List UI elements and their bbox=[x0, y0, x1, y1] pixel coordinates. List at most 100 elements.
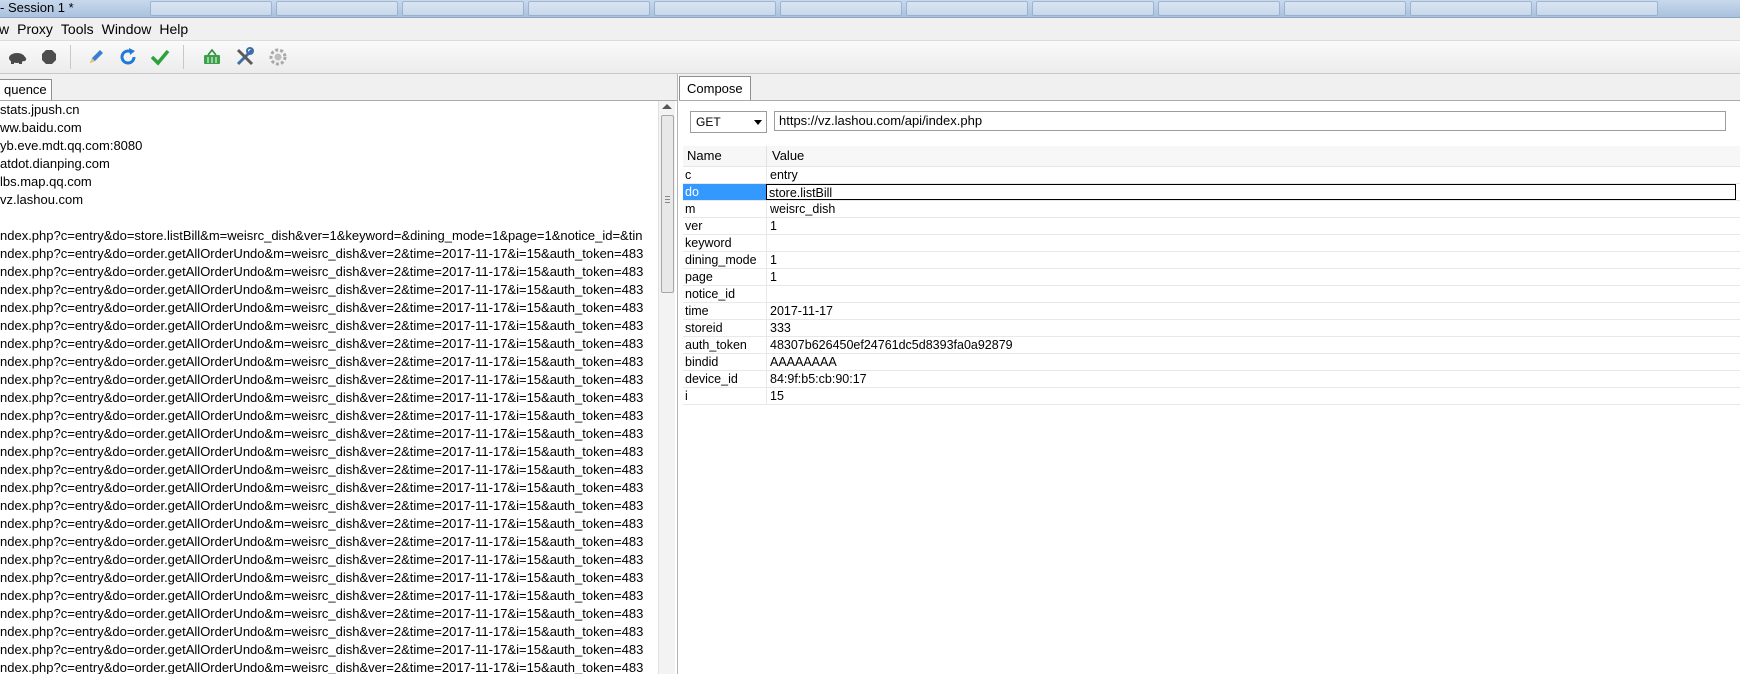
param-name: ver bbox=[685, 219, 703, 233]
stop-icon[interactable] bbox=[39, 47, 59, 67]
session-row[interactable]: ndex.php?c=entry&do=order.getAllOrderUnd… bbox=[0, 263, 658, 281]
menu-view[interactable]: w bbox=[0, 21, 9, 37]
window-title: - Session 1 * bbox=[0, 0, 74, 15]
param-name: page bbox=[685, 270, 713, 284]
scrollbar-thumb[interactable] bbox=[661, 115, 674, 293]
param-row[interactable]: storeid 333 bbox=[683, 320, 1740, 337]
session-row[interactable] bbox=[0, 209, 658, 227]
compose-tabstrip: Compose bbox=[679, 74, 1740, 101]
method-select[interactable]: GET bbox=[690, 111, 767, 133]
grip-line bbox=[665, 202, 670, 203]
param-value[interactable]: entry bbox=[766, 167, 1736, 183]
param-row[interactable]: notice_id bbox=[683, 286, 1740, 303]
grip-line bbox=[665, 199, 670, 200]
param-name: device_id bbox=[685, 372, 738, 386]
session-row[interactable]: ww.baidu.com bbox=[0, 119, 658, 137]
param-value[interactable] bbox=[766, 286, 1736, 302]
session-row[interactable]: atdot.dianping.com bbox=[0, 155, 658, 173]
session-row[interactable]: lbs.map.qq.com bbox=[0, 173, 658, 191]
session-row[interactable]: ndex.php?c=entry&do=order.getAllOrderUnd… bbox=[0, 515, 658, 533]
column-divider[interactable] bbox=[766, 146, 767, 166]
settings-gear-icon[interactable] bbox=[268, 47, 288, 67]
background-tab bbox=[1158, 1, 1280, 16]
param-row[interactable]: i 15 bbox=[683, 388, 1740, 405]
param-row[interactable]: m weisrc_dish bbox=[683, 201, 1740, 218]
menu-window[interactable]: Window bbox=[102, 21, 152, 37]
session-row[interactable]: stats.jpush.cn bbox=[0, 101, 658, 119]
param-value[interactable]: 15 bbox=[766, 388, 1736, 404]
tab-compose[interactable]: Compose bbox=[679, 76, 751, 100]
column-header-name[interactable]: Name bbox=[687, 146, 722, 166]
session-row[interactable]: ndex.php?c=entry&do=order.getAllOrderUnd… bbox=[0, 551, 658, 569]
session-row[interactable]: ndex.php?c=entry&do=order.getAllOrderUnd… bbox=[0, 479, 658, 497]
background-tab bbox=[906, 1, 1028, 16]
session-row[interactable]: ndex.php?c=entry&do=order.getAllOrderUnd… bbox=[0, 659, 658, 674]
param-row[interactable]: time 2017-11-17 bbox=[683, 303, 1740, 320]
param-value-editor[interactable]: store.listBill bbox=[766, 184, 1736, 200]
title-bar: - Session 1 * bbox=[0, 0, 1740, 18]
param-row[interactable]: auth_token 48307b626450ef24761dc5d8393fa0… bbox=[683, 337, 1740, 354]
menu-tools[interactable]: Tools bbox=[61, 21, 94, 37]
session-row[interactable]: yb.eve.mdt.qq.com:8080 bbox=[0, 137, 658, 155]
menu-proxy[interactable]: Proxy bbox=[17, 21, 53, 37]
session-row[interactable]: ndex.php?c=entry&do=order.getAllOrderUnd… bbox=[0, 443, 658, 461]
session-row[interactable]: ndex.php?c=entry&do=order.getAllOrderUnd… bbox=[0, 371, 658, 389]
background-tab bbox=[402, 1, 524, 16]
param-value[interactable]: 1 bbox=[766, 252, 1736, 268]
session-row[interactable]: ndex.php?c=entry&do=order.getAllOrderUnd… bbox=[0, 425, 658, 443]
session-row[interactable]: ndex.php?c=entry&do=order.getAllOrderUnd… bbox=[0, 299, 658, 317]
session-row[interactable]: ndex.php?c=entry&do=order.getAllOrderUnd… bbox=[0, 389, 658, 407]
param-value[interactable]: 48307b626450ef24761dc5d8393fa0a92879 bbox=[766, 337, 1736, 353]
session-row[interactable]: ndex.php?c=entry&do=order.getAllOrderUnd… bbox=[0, 407, 658, 425]
param-row[interactable]: bindid AAAAAAAA bbox=[683, 354, 1740, 371]
session-row[interactable]: ndex.php?c=entry&do=order.getAllOrderUnd… bbox=[0, 281, 658, 299]
sessions-pane: quence stats.jpush.cn ww.baidu.com yb.ev… bbox=[0, 74, 678, 674]
param-value[interactable]: weisrc_dish bbox=[766, 201, 1736, 217]
basket-icon[interactable] bbox=[202, 47, 222, 67]
background-tab bbox=[780, 1, 902, 16]
refresh-icon[interactable] bbox=[118, 47, 138, 67]
tab-sequence[interactable]: quence bbox=[0, 79, 52, 100]
session-row[interactable]: ndex.php?c=entry&do=order.getAllOrderUnd… bbox=[0, 641, 658, 659]
param-row[interactable]: page 1 bbox=[683, 269, 1740, 286]
param-value[interactable]: 1 bbox=[766, 218, 1736, 234]
param-value[interactable]: 84:9f:b5:cb:90:17 bbox=[766, 371, 1736, 387]
turtle-icon[interactable] bbox=[7, 47, 27, 67]
tools-icon[interactable] bbox=[235, 47, 255, 67]
session-row[interactable]: ndex.php?c=entry&do=order.getAllOrderUnd… bbox=[0, 461, 658, 479]
param-row[interactable]: dining_mode 1 bbox=[683, 252, 1740, 269]
param-value[interactable]: 1 bbox=[766, 269, 1736, 285]
checkmark-icon[interactable] bbox=[150, 47, 170, 67]
menu-help[interactable]: Help bbox=[159, 21, 188, 37]
compose-pane: Compose GET Name Value c entry dostore.li… bbox=[679, 74, 1740, 674]
pencil-icon[interactable] bbox=[86, 47, 106, 67]
param-value[interactable]: 2017-11-17 bbox=[766, 303, 1736, 319]
session-row[interactable]: ndex.php?c=entry&do=order.getAllOrderUnd… bbox=[0, 317, 658, 335]
session-row[interactable]: ndex.php?c=entry&do=order.getAllOrderUnd… bbox=[0, 605, 658, 623]
params-header: Name Value bbox=[683, 146, 1740, 167]
param-value[interactable]: 333 bbox=[766, 320, 1736, 336]
param-name: time bbox=[685, 304, 709, 318]
param-value[interactable] bbox=[766, 235, 1736, 251]
scroll-up-arrow-icon[interactable] bbox=[662, 104, 672, 109]
session-row[interactable]: ndex.php?c=entry&do=order.getAllOrderUnd… bbox=[0, 497, 658, 515]
column-header-value[interactable]: Value bbox=[772, 146, 804, 166]
session-list-scrollbar[interactable] bbox=[658, 101, 675, 674]
session-row[interactable]: ndex.php?c=entry&do=order.getAllOrderUnd… bbox=[0, 533, 658, 551]
param-row[interactable]: keyword bbox=[683, 235, 1740, 252]
param-row[interactable]: ver 1 bbox=[683, 218, 1740, 235]
session-row[interactable]: ndex.php?c=entry&do=order.getAllOrderUnd… bbox=[0, 335, 658, 353]
session-row[interactable]: ndex.php?c=entry&do=store.listBill&m=wei… bbox=[0, 227, 658, 245]
param-row-selected[interactable]: do store.listBill bbox=[683, 184, 1740, 201]
session-row[interactable]: ndex.php?c=entry&do=order.getAllOrderUnd… bbox=[0, 245, 658, 263]
session-row[interactable]: ndex.php?c=entry&do=order.getAllOrderUnd… bbox=[0, 569, 658, 587]
session-row[interactable]: vz.lashou.com bbox=[0, 191, 658, 209]
session-row[interactable]: ndex.php?c=entry&do=order.getAllOrderUnd… bbox=[0, 623, 658, 641]
grip-line bbox=[665, 196, 670, 197]
url-input[interactable] bbox=[774, 111, 1726, 131]
param-row[interactable]: device_id 84:9f:b5:cb:90:17 bbox=[683, 371, 1740, 388]
session-row[interactable]: ndex.php?c=entry&do=order.getAllOrderUnd… bbox=[0, 353, 658, 371]
param-value[interactable]: AAAAAAAA bbox=[766, 354, 1736, 370]
param-row[interactable]: c entry bbox=[683, 167, 1740, 184]
session-row[interactable]: ndex.php?c=entry&do=order.getAllOrderUnd… bbox=[0, 587, 658, 605]
